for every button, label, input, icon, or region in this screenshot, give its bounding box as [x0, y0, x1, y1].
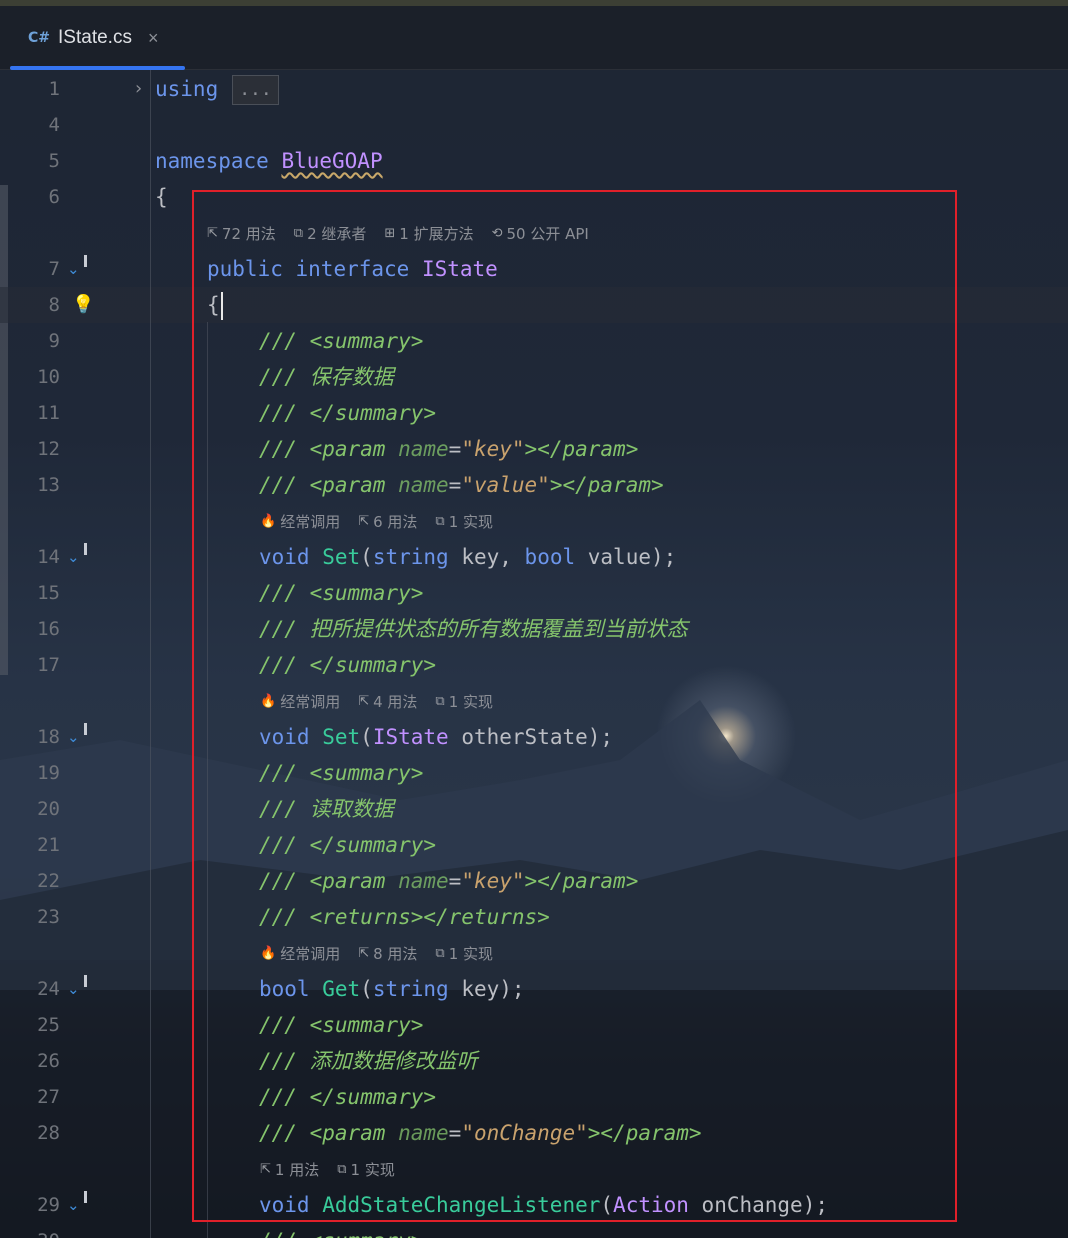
line-number: 8	[48, 294, 60, 316]
active-tab-indicator	[10, 66, 185, 70]
line-number: 7	[48, 258, 60, 280]
line-number: 16	[37, 618, 60, 640]
line-number: 5	[48, 150, 60, 172]
line-number: 18	[37, 726, 60, 748]
line-number: 10	[37, 366, 60, 388]
close-icon[interactable]: ×	[148, 28, 159, 49]
code-line-1[interactable]: 1 › using...	[0, 71, 1068, 107]
code-text: using...	[155, 71, 279, 107]
line-number: 24	[37, 978, 60, 1000]
line-number: 28	[37, 1122, 60, 1144]
implemented-down-icon[interactable]: ⌄	[67, 251, 93, 287]
keyword: namespace	[155, 149, 269, 173]
line-number: 17	[37, 654, 60, 676]
code-text: /// <summary>	[259, 1223, 423, 1238]
line-number: 9	[48, 330, 60, 352]
line-number: 14	[37, 546, 60, 568]
doc-comment-slash: ///	[259, 1229, 310, 1238]
line-number: 23	[37, 906, 60, 928]
line-number: 4	[48, 114, 60, 136]
line-number: 29	[37, 1194, 60, 1216]
implemented-down-icon[interactable]: ⌄	[67, 971, 93, 1007]
line-number: 20	[37, 798, 60, 820]
implemented-down-icon[interactable]: ⌄	[67, 719, 93, 755]
tab-istate-cs[interactable]: C# IState.cs ×	[10, 6, 185, 70]
chevron-right-icon[interactable]: ›	[133, 71, 144, 107]
lightbulb-icon[interactable]: 💡	[72, 287, 94, 323]
line-number: 21	[37, 834, 60, 856]
code-line-5[interactable]: 5 namespace BlueGOAP	[0, 143, 1068, 179]
line-number: 19	[37, 762, 60, 784]
line-number: 27	[37, 1086, 60, 1108]
code-text: {	[155, 185, 168, 209]
doc-tag: <summary>	[310, 1229, 424, 1238]
tab-file-name: IState.cs	[58, 27, 132, 48]
line-number: 1	[48, 78, 60, 100]
csharp-file-icon: C#	[28, 30, 51, 46]
implemented-down-icon[interactable]: ⌄	[67, 1187, 93, 1223]
implemented-down-icon[interactable]: ⌄	[67, 539, 93, 575]
code-line-30[interactable]: 30 /// <summary>	[0, 1223, 1068, 1238]
code-text: namespace BlueGOAP	[155, 143, 383, 179]
line-number: 15	[37, 582, 60, 604]
line-number: 30	[0, 1223, 60, 1238]
line-number: 12	[37, 438, 60, 460]
line-number: 13	[37, 474, 60, 496]
namespace-name: BlueGOAP	[281, 149, 383, 173]
line-number: 25	[37, 1014, 60, 1036]
code-line-4[interactable]: 4	[0, 107, 1068, 143]
line-number: 26	[37, 1050, 60, 1072]
editor-tab-bar: C# IState.cs ×	[0, 6, 1068, 70]
line-number: 22	[37, 870, 60, 892]
keyword: using	[155, 77, 219, 101]
annotation-highlight-box	[192, 190, 957, 1222]
line-number: 6	[48, 186, 60, 208]
line-number: 11	[37, 402, 60, 424]
folded-region[interactable]: ...	[232, 75, 279, 105]
